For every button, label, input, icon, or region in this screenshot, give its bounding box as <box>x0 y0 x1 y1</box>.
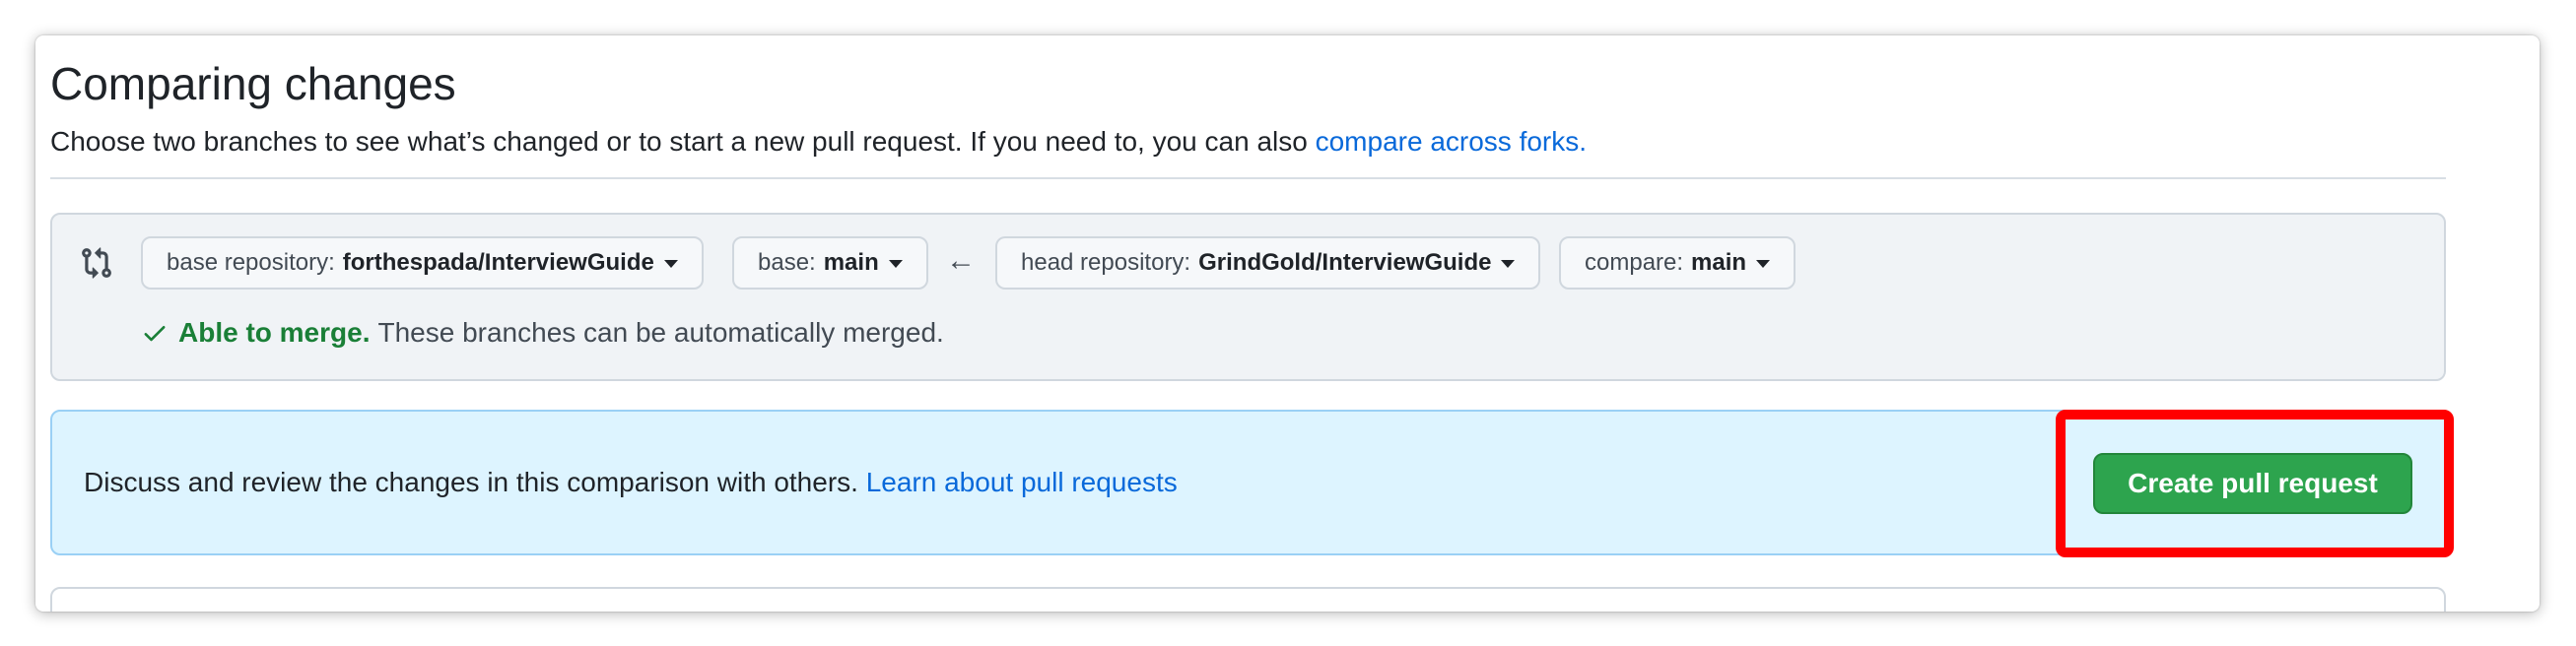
page-subtitle: Choose two branches to see what’s change… <box>50 122 1587 161</box>
range-editor: base repository: forthespada/InterviewGu… <box>50 213 2446 381</box>
comparison-details-box <box>50 587 2446 612</box>
compare-branch-label: compare: <box>1585 249 1684 276</box>
merge-status-description: These branches can be automatically merg… <box>377 317 944 348</box>
create-pull-request-button[interactable]: Create pull request <box>2093 453 2412 514</box>
subtitle-text: Choose two branches to see what’s change… <box>50 126 1316 157</box>
page-title: Comparing changes <box>50 58 456 109</box>
head-repository-value: GrindGold/InterviewGuide <box>1198 249 1492 276</box>
caret-down-icon <box>888 260 903 268</box>
caret-down-icon <box>1756 260 1771 268</box>
git-compare-icon <box>80 246 113 280</box>
base-branch-select[interactable]: base: main <box>732 236 928 290</box>
compare-branch-value: main <box>1691 249 1747 276</box>
head-repository-label: head repository: <box>1021 249 1191 276</box>
learn-about-pull-requests-link[interactable]: Learn about pull requests <box>866 467 1178 497</box>
caret-down-icon <box>1501 260 1516 268</box>
merge-status-label: Able to merge. <box>178 317 371 348</box>
divider <box>50 177 2446 179</box>
arrow-left-icon: ← <box>946 244 976 277</box>
head-repository-select[interactable]: head repository: GrindGold/InterviewGuid… <box>995 236 1541 290</box>
compare-across-forks-link[interactable]: compare across forks. <box>1316 126 1587 157</box>
merge-status: Able to merge. These branches can be aut… <box>141 317 944 349</box>
base-branch-value: main <box>823 249 879 276</box>
flash-text: Discuss and review the changes in this c… <box>84 467 866 497</box>
base-repository-select[interactable]: base repository: forthespada/InterviewGu… <box>141 236 704 290</box>
base-branch-label: base: <box>758 249 816 276</box>
base-repository-label: base repository: <box>167 249 335 276</box>
base-repository-value: forthespada/InterviewGuide <box>342 249 654 276</box>
check-icon <box>141 319 169 347</box>
compare-page: Comparing changes Choose two branches to… <box>35 35 2540 612</box>
caret-down-icon <box>663 260 678 268</box>
compare-branch-select[interactable]: compare: main <box>1559 236 1796 290</box>
flash-message: Discuss and review the changes in this c… <box>84 467 1178 498</box>
